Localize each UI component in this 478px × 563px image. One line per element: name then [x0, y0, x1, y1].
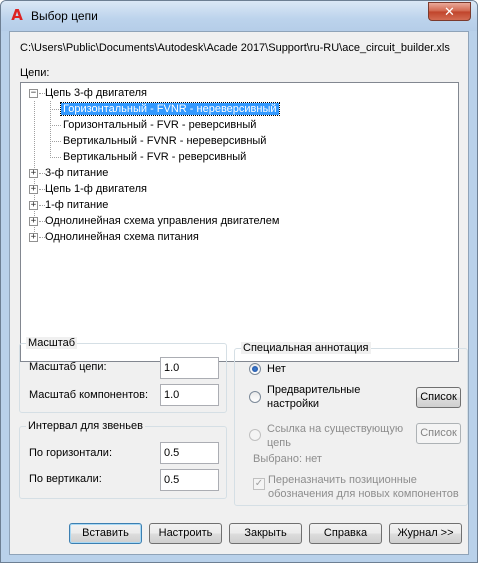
circuit-selection-dialog: A Выбор цепи ✕ C:\Users\Public\Documents…: [0, 0, 478, 563]
rung-spacing-group-title: Интервал для звеньев: [26, 420, 145, 432]
checkmark-icon: ✓: [254, 478, 264, 489]
tree-item-label: Вертикальный - FVNR - нереверсивный: [63, 135, 267, 147]
tree-item-label: 1-ф питание: [45, 199, 109, 211]
component-scale-input[interactable]: 1.0: [160, 384, 219, 406]
window-close-button[interactable]: ✕: [428, 2, 471, 21]
selected-status-text: Выбрано: нет: [253, 453, 322, 465]
reassign-tags-label-line1[interactable]: Переназначить позиционные: [268, 474, 417, 486]
close-icon: ✕: [444, 4, 455, 19]
tree-line: [50, 125, 61, 126]
special-annotation-group: Специальная аннотация Нет Предварительны…: [234, 342, 468, 506]
title-bar[interactable]: A Выбор цепи ✕: [1, 1, 477, 31]
annotation-reference-label-line2[interactable]: цепь: [267, 437, 291, 449]
annotation-reference-label-line1[interactable]: Ссылка на существующую: [267, 423, 403, 435]
tree-item-label: Горизонтальный - FVR - реверсивный: [63, 119, 257, 131]
expand-icon[interactable]: +: [29, 169, 38, 178]
presets-list-button[interactable]: Список: [416, 387, 461, 408]
component-scale-label: Масштаб компонентов:: [29, 389, 149, 401]
annotation-presets-label-line2[interactable]: настройки: [267, 398, 319, 410]
window-title: Выбор цепи: [31, 9, 98, 23]
tree-item[interactable]: Вертикальный - FVNR - нереверсивный: [63, 133, 266, 149]
reassign-tags-label-line2[interactable]: обозначения для новых компонентов: [268, 488, 459, 500]
tree-item[interactable]: Горизонтальный - FVR - реверсивный: [63, 117, 256, 133]
circuits-tree[interactable]: − Цепь 3-ф двигателя Горизонтальный - FV…: [20, 82, 459, 362]
expand-icon[interactable]: +: [29, 233, 38, 242]
expand-icon[interactable]: +: [29, 185, 38, 194]
tree-line: [50, 109, 61, 110]
circuit-scale-input[interactable]: 1.0: [160, 357, 219, 379]
tree-item-label: 3-ф питание: [45, 167, 109, 179]
horizontal-spacing-input[interactable]: 0.5: [160, 442, 219, 464]
horizontal-spacing-label: По горизонтали:: [29, 447, 112, 459]
log-button[interactable]: Журнал >>: [389, 523, 462, 544]
annotation-presets-label-line1[interactable]: Предварительные: [267, 384, 360, 396]
expand-icon[interactable]: +: [29, 217, 38, 226]
tree-item-label: Цепь 3-ф двигателя: [45, 87, 147, 99]
tree-item-selected[interactable]: Горизонтальный - FVNR - нереверсивный: [60, 101, 280, 117]
tree-line: [50, 141, 61, 142]
circuits-label: Цепи:: [20, 67, 50, 79]
collapse-icon[interactable]: −: [29, 89, 38, 98]
tree-item-label: Горизонтальный - FVNR - нереверсивный: [60, 102, 280, 116]
tree-item-label: Однолинейная схема питания: [45, 231, 199, 243]
expand-icon[interactable]: +: [29, 201, 38, 210]
circuit-scale-label: Масштаб цепи:: [29, 361, 107, 373]
dialog-body: C:\Users\Public\Documents\Autodesk\Acade…: [9, 31, 469, 555]
tree-line: [50, 157, 61, 158]
scale-group: Масштаб Масштаб цепи: 1.0 Масштаб компон…: [19, 337, 227, 413]
insert-button[interactable]: Вставить: [69, 523, 142, 544]
rung-spacing-group: Интервал для звеньев По горизонтали: 0.5…: [19, 420, 227, 499]
tree-item-label: Вертикальный - FVR - реверсивный: [63, 151, 247, 163]
tree-item[interactable]: Вертикальный - FVR - реверсивный: [63, 149, 246, 165]
special-annotation-title: Специальная аннотация: [241, 342, 371, 354]
annotation-reference-radio[interactable]: [249, 429, 261, 441]
vertical-spacing-input[interactable]: 0.5: [160, 469, 219, 491]
configure-button[interactable]: Настроить: [149, 523, 222, 544]
autocad-app-icon: A: [11, 6, 23, 24]
file-path: C:\Users\Public\Documents\Autodesk\Acade…: [20, 42, 450, 54]
reference-list-button[interactable]: Список: [416, 423, 461, 444]
scale-group-title: Масштаб: [26, 337, 78, 349]
reassign-tags-checkbox[interactable]: ✓: [253, 478, 265, 490]
tree-item-label: Однолинейная схема управления двигателем: [45, 215, 280, 227]
annotation-none-label[interactable]: Нет: [267, 363, 286, 375]
help-button[interactable]: Справка: [309, 523, 382, 544]
close-button[interactable]: Закрыть: [229, 523, 302, 544]
annotation-presets-radio[interactable]: [249, 391, 261, 403]
annotation-none-radio[interactable]: [249, 363, 261, 375]
vertical-spacing-label: По вертикали:: [29, 473, 102, 485]
tree-item-label: Цепь 1-ф двигателя: [45, 183, 147, 195]
